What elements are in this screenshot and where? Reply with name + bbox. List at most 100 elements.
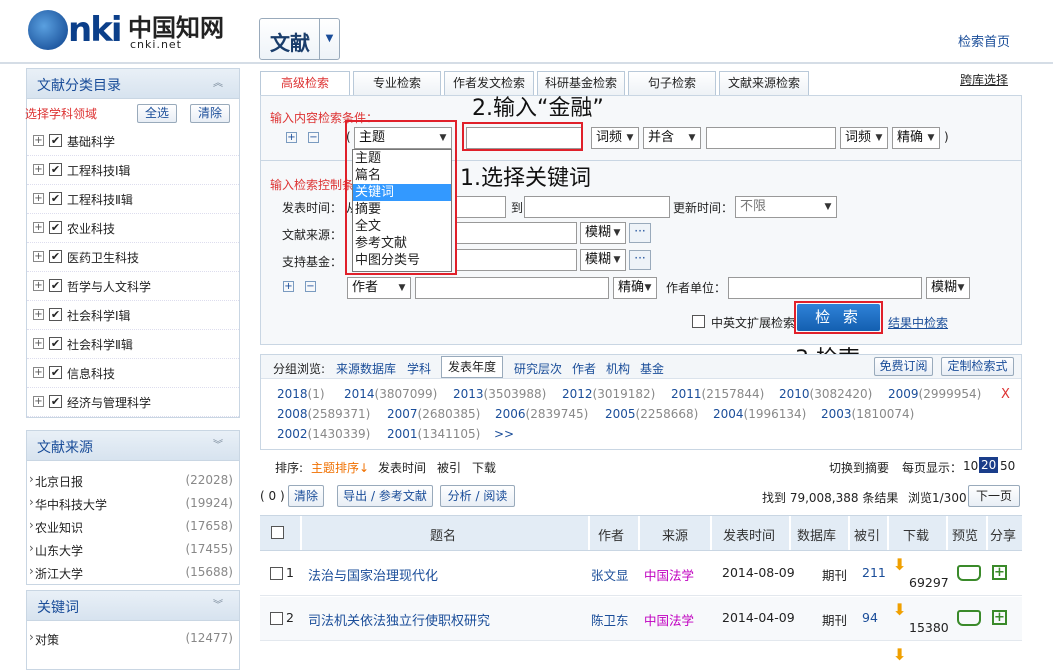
clear-selection-button[interactable]: 清除: [288, 485, 324, 507]
sort-cited[interactable]: 被引: [437, 459, 461, 476]
affiliation-input[interactable]: [728, 277, 922, 299]
perpage-50[interactable]: 50: [1000, 459, 1015, 473]
source-more-button[interactable]: ···: [629, 223, 651, 243]
pub-to-input[interactable]: [524, 196, 670, 218]
switch-abstract-link[interactable]: 切换到摘要: [829, 459, 889, 476]
category-checkbox[interactable]: ✔: [49, 192, 62, 205]
category-item[interactable]: + ✔ 信息科技: [27, 359, 239, 388]
expand-icon[interactable]: +: [33, 193, 44, 204]
browse-tab-author[interactable]: 作者: [572, 360, 596, 377]
keyword-input-2[interactable]: [706, 127, 836, 149]
product-selector[interactable]: 文献 ▼: [259, 18, 340, 60]
perpage-10[interactable]: 10: [963, 459, 978, 473]
select-all-button[interactable]: 全选: [137, 104, 177, 123]
category-item[interactable]: + ✔ 经济与管理科学: [27, 388, 239, 417]
expand-icon[interactable]: +: [33, 251, 44, 262]
category-item[interactable]: + ✔ 基础科学: [27, 127, 239, 156]
collapse-icon[interactable]: ︽: [213, 78, 227, 90]
expand-icon[interactable]: +: [33, 222, 44, 233]
add-row-icon[interactable]: +: [286, 132, 297, 143]
category-item[interactable]: + ✔ 工程科技Ⅱ辑: [27, 185, 239, 214]
row-checkbox[interactable]: [270, 567, 283, 580]
row-author-link[interactable]: 陈卫东: [591, 610, 629, 629]
year-item[interactable]: 2013(3503988): [453, 387, 546, 401]
preview-book-icon[interactable]: [957, 565, 981, 581]
year-item[interactable]: 2001(1341105): [387, 427, 480, 441]
affiliation-match-select[interactable]: 模糊 ▼: [926, 277, 970, 299]
category-checkbox[interactable]: ✔: [49, 250, 62, 263]
row-checkbox[interactable]: [270, 612, 283, 625]
analyze-button[interactable]: 分析 / 阅读: [440, 485, 515, 507]
pub-from-input[interactable]: [456, 196, 506, 218]
category-item[interactable]: + ✔ 农业科技: [27, 214, 239, 243]
category-item[interactable]: + ✔ 哲学与人文科学: [27, 272, 239, 301]
list-item[interactable]: › 山东大学 (17455): [27, 538, 239, 561]
year-item[interactable]: 2006(2839745): [495, 407, 588, 421]
author-input[interactable]: [415, 277, 609, 299]
add-author-row-icon[interactable]: +: [283, 281, 294, 292]
expand-icon[interactable]: +: [33, 338, 44, 349]
download-icon[interactable]: ⬇: [893, 645, 906, 664]
ext-search-checkbox[interactable]: [692, 315, 705, 328]
list-item[interactable]: › 浙江大学 (15688): [27, 561, 239, 584]
browse-tab-org[interactable]: 机构: [606, 360, 630, 377]
expand-icon[interactable]: +: [33, 367, 44, 378]
fund-input[interactable]: [456, 249, 577, 271]
clear-button[interactable]: 清除: [190, 104, 230, 123]
expand-icon[interactable]: +: [33, 396, 44, 407]
fund-match-select[interactable]: 模糊 ▼: [580, 249, 626, 271]
share-plus-icon[interactable]: +: [992, 610, 1007, 625]
download-icon[interactable]: ⬇: [893, 600, 906, 619]
category-checkbox[interactable]: ✔: [49, 279, 62, 292]
match-select[interactable]: 精确 ▼: [892, 127, 940, 149]
year-item[interactable]: 2012(3019182): [562, 387, 655, 401]
expand-icon[interactable]: +: [33, 309, 44, 320]
expand-icon[interactable]: ︾: [213, 440, 227, 452]
row-title-link[interactable]: 法治与国家治理现代化: [308, 565, 438, 584]
cnki-logo[interactable]: nki 中国知网 cnki.net: [28, 8, 238, 54]
list-item[interactable]: › 华中科技大学 (19924): [27, 492, 239, 515]
update-time-select[interactable]: 不限 ▼: [735, 196, 837, 218]
operator-select[interactable]: 并含 ▼: [643, 127, 701, 149]
author-match-select[interactable]: 精确 ▼: [613, 277, 657, 299]
tab-advanced[interactable]: 高级检索: [260, 71, 350, 96]
freq-select-2[interactable]: 词频 ▼: [840, 127, 888, 149]
year-item[interactable]: 2008(2589371): [277, 407, 370, 421]
year-item[interactable]: 2004(1996134): [713, 407, 806, 421]
tab-sentence[interactable]: 句子检索: [628, 71, 716, 95]
tab-source[interactable]: 文献来源检索: [719, 71, 809, 95]
cross-db-link[interactable]: 跨库选择: [960, 71, 1008, 88]
custom-query-button[interactable]: 定制检索式: [941, 357, 1014, 376]
category-item[interactable]: + ✔ 医药卫生科技: [27, 243, 239, 272]
category-checkbox[interactable]: ✔: [49, 163, 62, 176]
row-author-link[interactable]: 张文显: [591, 565, 629, 584]
remove-row-icon[interactable]: −: [308, 132, 319, 143]
category-checkbox[interactable]: ✔: [49, 395, 62, 408]
browse-tab-subject[interactable]: 学科: [407, 360, 431, 377]
year-item[interactable]: 2011(2157844): [671, 387, 764, 401]
download-icon[interactable]: ⬇: [893, 555, 906, 574]
browse-tab-db[interactable]: 来源数据库: [336, 360, 396, 377]
author-field-select[interactable]: 作者 ▼: [347, 277, 411, 299]
year-item[interactable]: 2014(3807099): [344, 387, 437, 401]
row-cited-link[interactable]: 94: [862, 610, 878, 625]
tab-professional[interactable]: 专业检索: [353, 71, 441, 95]
export-button[interactable]: 导出 / 参考文献: [337, 485, 433, 507]
year-item[interactable]: 2002(1430339): [277, 427, 370, 441]
year-item[interactable]: 2005(2258668): [605, 407, 698, 421]
close-icon[interactable]: X: [1001, 387, 1010, 402]
preview-book-icon[interactable]: [957, 610, 981, 626]
browse-tab-fund[interactable]: 基金: [640, 360, 664, 377]
expand-icon[interactable]: +: [33, 280, 44, 291]
sort-pubtime[interactable]: 发表时间: [378, 459, 426, 476]
browse-tab-year[interactable]: 发表年度: [441, 356, 503, 378]
more-years-link[interactable]: >>: [494, 427, 514, 441]
sort-topic[interactable]: 主题排序↓: [311, 459, 369, 476]
category-item[interactable]: + ✔ 工程科技Ⅰ辑: [27, 156, 239, 185]
expand-icon[interactable]: +: [33, 164, 44, 175]
search-in-result-link[interactable]: 结果中检索: [888, 314, 948, 331]
category-item[interactable]: + ✔ 社会科学Ⅱ辑: [27, 330, 239, 359]
year-item[interactable]: 2009(2999954): [888, 387, 981, 401]
list-item[interactable]: › 北京日报 (22028): [27, 469, 239, 492]
source-match-select[interactable]: 模糊 ▼: [580, 222, 626, 244]
